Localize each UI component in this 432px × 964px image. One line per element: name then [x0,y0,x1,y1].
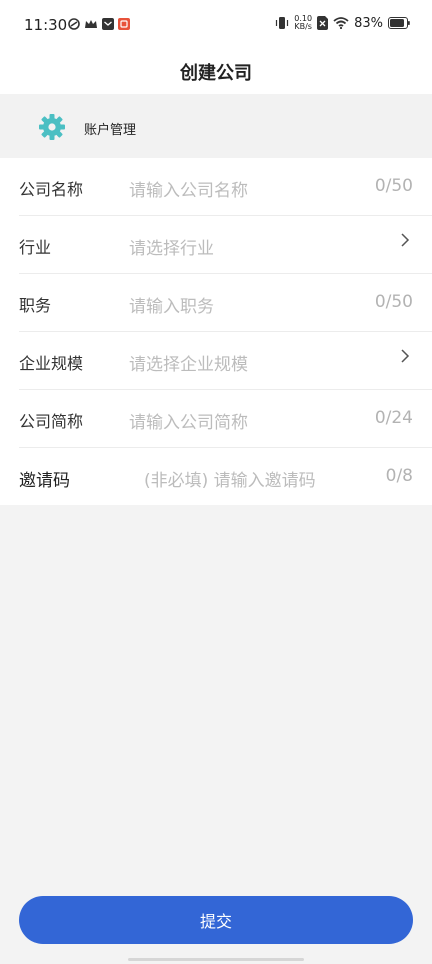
chevron-right-icon [401,349,410,363]
chevron-right-icon [401,233,410,247]
position-label: 职务 [19,296,52,315]
red-app-icon [118,18,130,30]
company-short-name-label: 公司简称 [19,412,84,431]
status-bar: 11:30 0.10 KB/s 83% [0,0,432,50]
net-speed: 0.10 KB/s [294,15,312,31]
company-short-name-row[interactable]: 公司简称 请输入公司简称 0/24 [19,390,432,448]
account-management-item[interactable]: 账户管理 [0,94,432,158]
submit-button[interactable]: 提交 [19,896,413,944]
company-name-label: 公司名称 [19,180,84,199]
wifi-icon [333,17,349,29]
account-management-label: 账户管理 [84,123,137,138]
mail-app-icon [102,18,114,30]
company-form: 公司名称 请输入公司名称 0/50 行业 请选择行业 职务 请输入职务 0/50… [0,158,432,505]
title-bar: 创建公司 [0,50,432,94]
industry-row[interactable]: 行业 请选择行业 [19,216,432,274]
company-name-input[interactable]: 请输入公司名称 [129,176,248,201]
company-short-name-input[interactable]: 请输入公司简称 [129,408,248,433]
invite-code-input[interactable]: (非必填) 请输入邀请码 [144,466,316,491]
company-size-row[interactable]: 企业规模 请选择企业规模 [19,332,432,390]
company-short-name-counter: 0/24 [374,408,413,428]
net-speed-unit: KB/s [294,22,312,31]
leaf-app-icon [68,18,80,30]
position-counter: 0/50 [374,292,413,312]
invite-code-row[interactable]: 邀请码 (非必填) 请输入邀请码 0/8 [19,448,432,505]
invite-code-label: 邀请码 [19,471,70,491]
home-indicator[interactable] [128,958,304,961]
company-size-label: 企业规模 [19,354,84,373]
gear-icon [39,114,65,140]
company-size-select[interactable]: 请选择企业规模 [129,350,248,375]
page-title: 创建公司 [180,63,252,84]
vibrate-icon [276,17,289,29]
industry-label: 行业 [19,238,52,257]
invite-code-counter: 0/8 [385,466,413,486]
position-input[interactable]: 请输入职务 [129,292,214,317]
company-name-row[interactable]: 公司名称 请输入公司名称 0/50 [19,158,432,216]
industry-select[interactable]: 请选择行业 [129,234,214,259]
status-time: 11:30 [24,16,68,34]
notification-icons [68,18,130,30]
crown-app-icon [85,20,97,28]
status-right: 0.10 KB/s 83% [275,15,410,31]
no-sim-icon [317,16,329,30]
company-name-counter: 0/50 [374,176,413,196]
battery-text: 83% [354,15,383,31]
position-row[interactable]: 职务 请输入职务 0/50 [19,274,432,332]
battery-icon [388,17,410,29]
